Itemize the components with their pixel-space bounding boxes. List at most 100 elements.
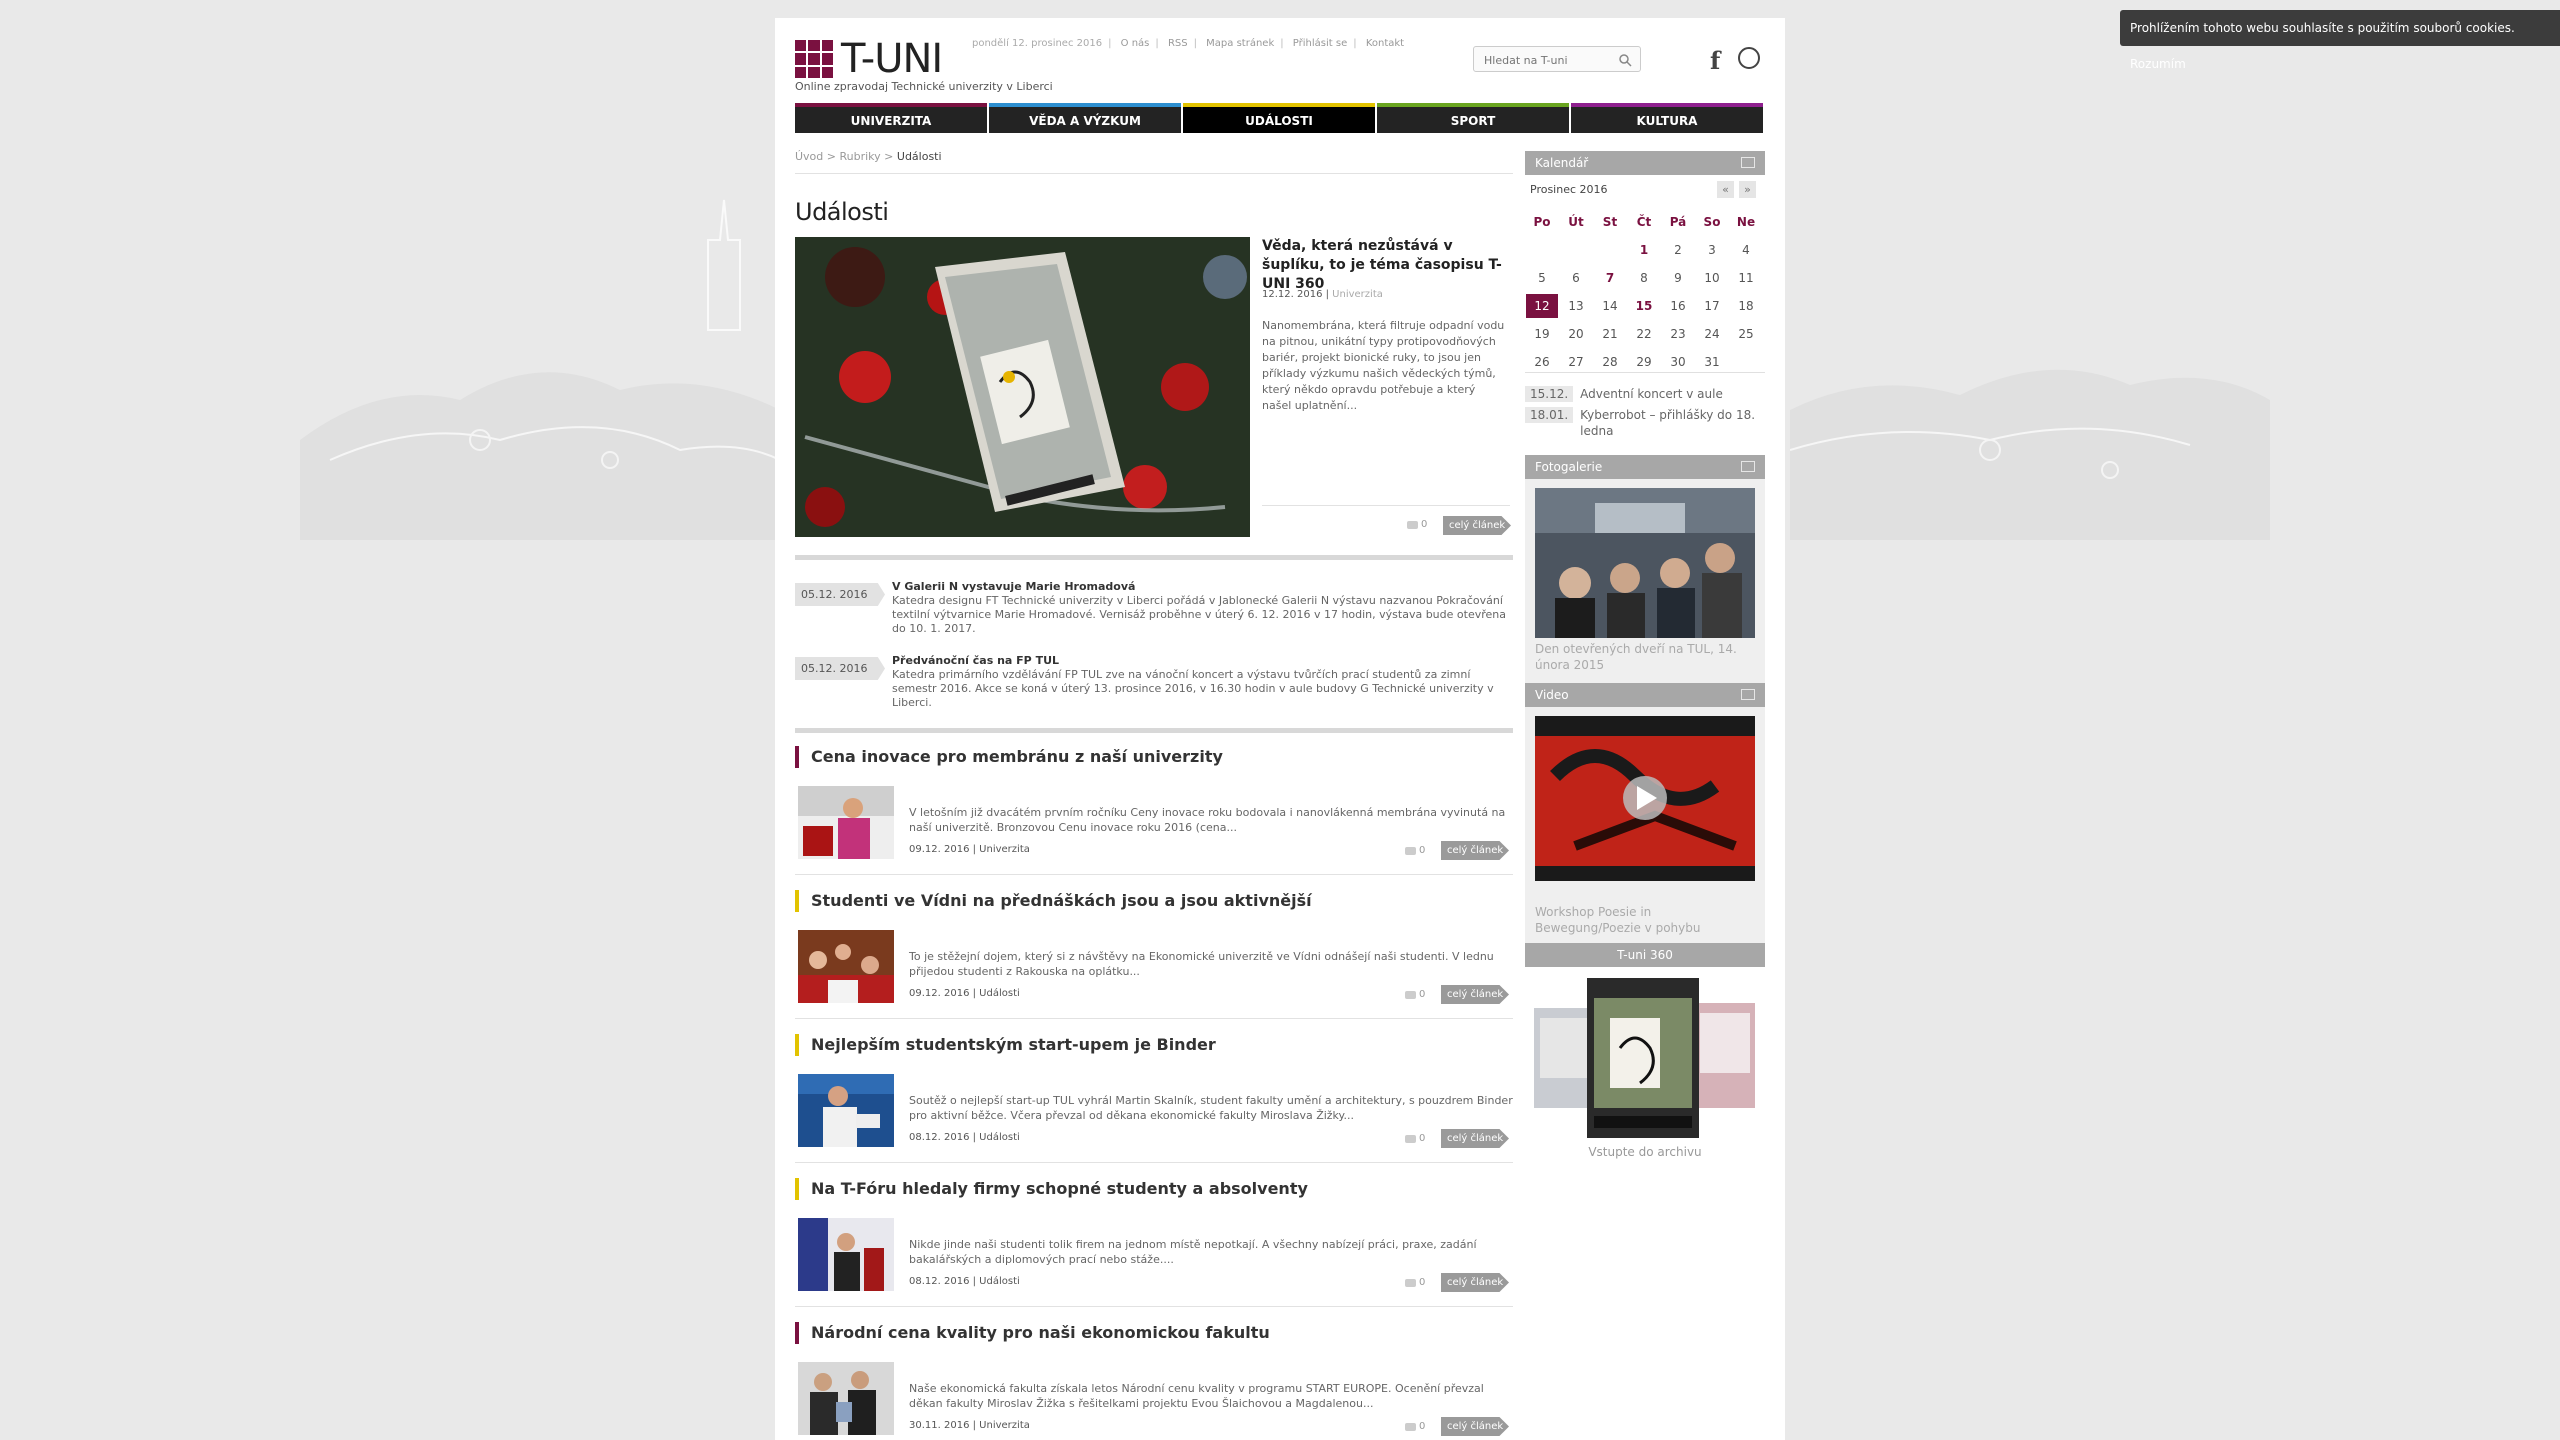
article-more-button[interactable]: celý článek — [1441, 985, 1509, 1004]
top-link-about[interactable]: O nás — [1121, 38, 1150, 49]
tul-logo-icon[interactable] — [1738, 47, 1760, 69]
article-meta: 09.12. 2016 | Univerzita — [909, 844, 1030, 855]
featured-category[interactable]: Univerzita — [1332, 289, 1383, 300]
calendar-day-event[interactable]: 15 — [1627, 299, 1661, 313]
article-title[interactable]: Národní cena kvality pro naši ekonomicko… — [795, 1322, 1270, 1344]
featured-title[interactable]: Věda, která nezůstává v šuplíku, to je t… — [1262, 237, 1507, 294]
current-date: pondělí 12. prosinec 2016 — [972, 38, 1103, 49]
site-tagline: Online zpravodaj Technické univerzity v … — [795, 80, 1053, 93]
featured-image[interactable] — [795, 237, 1250, 537]
article-meta: 30.11. 2016 | Univerzita — [909, 1420, 1030, 1431]
section-divider — [795, 555, 1513, 560]
divider — [795, 874, 1513, 875]
article-comments[interactable]: 0 — [1405, 845, 1425, 856]
comment-icon — [1405, 990, 1416, 999]
event-title[interactable]: Předvánoční čas na FP TUL — [892, 654, 1059, 667]
article-thumbnail[interactable] — [798, 786, 894, 859]
calendar-event[interactable]: 15.12. Adventní koncert v aule — [1525, 386, 1765, 402]
comment-icon — [1405, 1422, 1416, 1431]
magazine-header: T-uni 360 — [1525, 943, 1765, 967]
calendar-day: 17 — [1704, 299, 1720, 313]
gallery-caption[interactable]: Den otevřených dveří na TUL, 14. února 2… — [1535, 641, 1755, 673]
top-link-login[interactable]: Přihlásit se — [1293, 38, 1347, 49]
article-thumbnail[interactable] — [798, 1074, 894, 1147]
calendar-day: 19 — [1534, 327, 1550, 341]
article-comments[interactable]: 0 — [1405, 1277, 1425, 1288]
calendar-day: 16 — [1670, 299, 1686, 313]
article-thumbnail[interactable] — [798, 930, 894, 1003]
comment-icon — [1405, 1278, 1416, 1287]
calendar-month: Prosinec 2016 — [1530, 183, 1608, 196]
calendar-day: 25 — [1738, 327, 1754, 341]
calendar-next-button[interactable]: » — [1739, 181, 1756, 198]
breadcrumb-home[interactable]: Úvod — [795, 150, 823, 163]
top-link-sitemap[interactable]: Mapa stránek — [1206, 38, 1274, 49]
article-title[interactable]: Nejlepším studentským start-upem je Bind… — [795, 1034, 1216, 1056]
article-meta: 09.12. 2016 | Události — [909, 988, 1020, 999]
nav-item-kultura[interactable]: KULTURA — [1571, 103, 1763, 133]
calendar-header: Kalendář — [1525, 151, 1765, 175]
logo-grid-icon — [795, 40, 833, 78]
magazine-covers[interactable] — [1530, 978, 1760, 1138]
event-title[interactable]: V Galerii N vystavuje Marie Hromadová — [892, 580, 1135, 593]
page-title: Události — [795, 198, 889, 226]
calendar-day-event[interactable]: 7 — [1593, 271, 1627, 285]
calendar-day-event[interactable]: 1 — [1627, 243, 1661, 257]
video-icon — [1741, 689, 1755, 700]
video-caption[interactable]: Workshop Poesie in Bewegung/Poezie v poh… — [1535, 904, 1755, 936]
archive-link[interactable]: Vstupte do archivu — [1525, 1145, 1765, 1159]
top-link-rss[interactable]: RSS — [1168, 38, 1188, 49]
article-title[interactable]: Cena inovace pro membránu z naší univerz… — [795, 746, 1223, 768]
comment-icon — [1405, 1134, 1416, 1143]
calendar-day: 8 — [1640, 271, 1648, 285]
calendar-day-today[interactable]: 12 — [1526, 294, 1558, 318]
article-more-button[interactable]: celý článek — [1441, 1417, 1509, 1436]
calendar-event[interactable]: 18.01. Kyberrobot – přihlášky do 18. led… — [1525, 407, 1765, 439]
event-date: 05.12. 2016 — [795, 657, 885, 680]
article-comments[interactable]: 0 — [1405, 1421, 1425, 1432]
gallery-image[interactable] — [1535, 488, 1755, 638]
featured-date: 12.12. 2016 — [1262, 289, 1323, 300]
video-thumbnail[interactable] — [1535, 716, 1755, 881]
facebook-icon[interactable]: f — [1710, 46, 1720, 75]
article-thumbnail[interactable] — [798, 1218, 894, 1291]
search-input[interactable] — [1474, 47, 1616, 73]
nav-item-udalosti[interactable]: UDÁLOSTI — [1183, 103, 1375, 133]
featured-meta: 12.12. 2016 | Univerzita — [1262, 289, 1383, 300]
article-more-button[interactable]: celý článek — [1441, 1273, 1509, 1292]
calendar-weekdays: Po Út St Čt Pá So Ne — [1533, 215, 1756, 229]
article-thumbnail[interactable] — [798, 1362, 894, 1435]
article-comments[interactable]: 0 — [1405, 1133, 1425, 1144]
nav-item-sport[interactable]: SPORT — [1377, 103, 1569, 133]
nav-item-veda[interactable]: VĚDA A VÝZKUM — [989, 103, 1181, 133]
featured-more-button[interactable]: celý článek — [1443, 516, 1511, 535]
article-title[interactable]: Na T-Fóru hledaly firmy schopné studenty… — [795, 1178, 1308, 1200]
article-comments[interactable]: 0 — [1405, 989, 1425, 1000]
gallery-icon — [1741, 461, 1755, 472]
calendar-day: 22 — [1636, 327, 1652, 341]
comment-icon — [1407, 520, 1418, 529]
breadcrumb-section[interactable]: Rubriky — [840, 150, 881, 163]
article-more-button[interactable]: celý článek — [1441, 841, 1509, 860]
calendar-week: 12 13 14 15 16 17 18 — [1525, 292, 1765, 320]
site-logo[interactable]: T-UNI — [795, 36, 943, 82]
page-container: T-UNI Online zpravodaj Technické univerz… — [775, 18, 1785, 1440]
cookie-accept-link[interactable]: Rozumím — [2130, 57, 2186, 71]
calendar-week: 1 2 3 4 — [1525, 236, 1765, 264]
article-more-button[interactable]: celý článek — [1441, 1129, 1509, 1148]
background-landscape-right — [1790, 180, 2270, 540]
search-icon[interactable] — [1619, 52, 1632, 71]
article-excerpt: Naše ekonomická fakulta získala letos Ná… — [909, 1382, 1484, 1410]
featured-comments[interactable]: 0 — [1407, 519, 1427, 530]
article-title[interactable]: Studenti ve Vídni na přednáškách jsou a … — [795, 890, 1312, 912]
calendar-prev-button[interactable]: « — [1717, 181, 1734, 198]
calendar-day: 2 — [1674, 243, 1682, 257]
top-links: pondělí 12. prosinec 2016 | O nás | RSS | M… — [972, 38, 1405, 49]
article-meta: 08.12. 2016 | Události — [909, 1132, 1020, 1143]
featured-excerpt: Nanomembrána, která filtruje odpadní vod… — [1262, 319, 1505, 412]
nav-item-univerzita[interactable]: UNIVERZITA — [795, 103, 987, 133]
calendar-week: 5 6 7 8 9 10 11 — [1525, 264, 1765, 292]
breadcrumb-current: Události — [896, 150, 942, 163]
article-meta: 08.12. 2016 | Události — [909, 1276, 1020, 1287]
top-link-contact[interactable]: Kontakt — [1366, 38, 1404, 49]
